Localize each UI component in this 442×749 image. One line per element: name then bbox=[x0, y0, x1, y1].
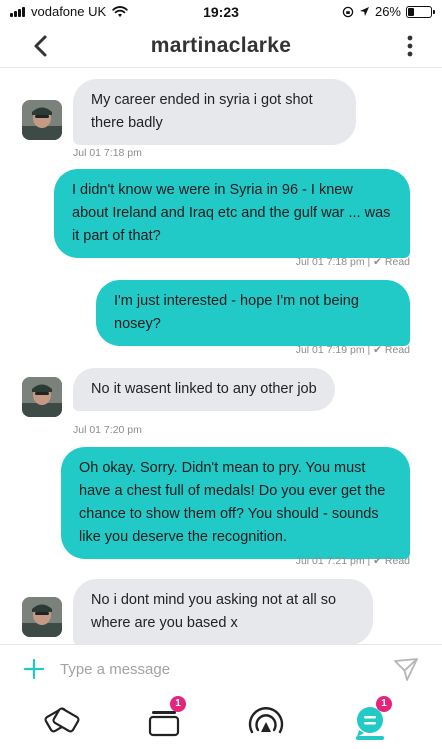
message-meta: Jul 01 7:19 pm | ✔ Read bbox=[295, 344, 410, 356]
avatar[interactable] bbox=[22, 597, 62, 637]
message-timestamp: Jul 01 7:18 pm bbox=[73, 147, 142, 159]
broadcast-icon bbox=[248, 707, 284, 734]
notification-badge: 1 bbox=[376, 696, 392, 712]
chat-header: martinaclarke bbox=[0, 24, 442, 68]
signal-icon bbox=[10, 6, 25, 17]
message-bubble[interactable]: I'm just interested - hope I'm not being… bbox=[96, 280, 410, 346]
message-incoming: No i dont mind you asking not at all so … bbox=[73, 579, 373, 644]
message-bubble[interactable]: No i dont mind you asking not at all so … bbox=[73, 579, 373, 644]
profile-photo bbox=[22, 597, 62, 637]
status-bar: vodafone UK 19:23 26% bbox=[0, 0, 442, 22]
message-timestamp: Jul 01 7:19 pm bbox=[295, 344, 365, 356]
rotation-lock-icon bbox=[342, 6, 354, 17]
message-timestamp: Jul 01 7:18 pm bbox=[295, 256, 365, 268]
status-left: vodafone UK bbox=[10, 4, 128, 19]
message-bubble[interactable]: Oh okay. Sorry. Didn't mean to pry. You … bbox=[61, 447, 410, 559]
message-incoming: No it wasent linked to any other job bbox=[73, 368, 356, 411]
message-meta: Jul 01 7:18 pm | ✔ Read bbox=[295, 256, 410, 268]
page-title[interactable]: martinaclarke bbox=[0, 34, 442, 58]
message-input[interactable] bbox=[60, 655, 360, 683]
read-check-icon: ✔ bbox=[373, 344, 382, 356]
nav-messages[interactable]: 1 bbox=[348, 696, 392, 740]
message-outgoing: I didn't know we were in Syria in 96 - I… bbox=[54, 169, 410, 258]
send-icon bbox=[394, 658, 418, 681]
avatar[interactable] bbox=[22, 100, 62, 140]
nav-matches[interactable]: 1 bbox=[142, 696, 186, 740]
carrier-label: vodafone UK bbox=[31, 4, 107, 19]
battery-icon bbox=[406, 5, 435, 18]
send-button[interactable] bbox=[392, 655, 420, 683]
active-tab-indicator bbox=[356, 736, 384, 740]
read-status: Read bbox=[384, 344, 410, 356]
read-status: Read bbox=[384, 555, 410, 567]
message-incoming: My career ended in syria i got shot ther… bbox=[73, 79, 356, 145]
avatar[interactable] bbox=[22, 377, 62, 417]
read-check-icon: ✔ bbox=[373, 555, 382, 567]
message-timestamp: Jul 01 7:21 pm bbox=[295, 555, 365, 567]
profile-photo bbox=[22, 377, 62, 417]
vertical-dots-icon bbox=[407, 35, 413, 57]
message-outgoing: I'm just interested - hope I'm not being… bbox=[96, 280, 410, 346]
read-check-icon: ✔ bbox=[373, 256, 382, 268]
cards-icon bbox=[44, 707, 80, 733]
message-meta: Jul 01 7:21 pm | ✔ Read bbox=[295, 555, 410, 567]
message-bubble[interactable]: My career ended in syria i got shot ther… bbox=[73, 79, 356, 145]
message-list[interactable]: My career ended in syria i got shot ther… bbox=[0, 69, 442, 644]
add-attachment-button[interactable] bbox=[22, 657, 46, 681]
status-right: 26% bbox=[342, 4, 435, 19]
nav-discover[interactable] bbox=[40, 700, 84, 740]
profile-photo bbox=[22, 100, 62, 140]
more-options-button[interactable] bbox=[404, 34, 416, 58]
read-status: Read bbox=[384, 256, 410, 268]
battery-level bbox=[408, 7, 414, 16]
message-bubble[interactable]: No it wasent linked to any other job bbox=[73, 368, 335, 411]
message-outgoing: Oh okay. Sorry. Didn't mean to pry. You … bbox=[61, 447, 410, 559]
message-composer bbox=[0, 644, 442, 692]
location-arrow-icon bbox=[359, 7, 369, 16]
message-timestamp: Jul 01 7:20 pm bbox=[73, 424, 142, 436]
battery-percent: 26% bbox=[374, 4, 401, 19]
nav-live[interactable] bbox=[244, 700, 288, 740]
bottom-nav: 1 1 bbox=[0, 692, 442, 749]
wifi-icon bbox=[112, 5, 128, 17]
notification-badge: 1 bbox=[170, 696, 186, 712]
plus-icon bbox=[23, 658, 45, 680]
message-bubble[interactable]: I didn't know we were in Syria in 96 - I… bbox=[54, 169, 410, 258]
